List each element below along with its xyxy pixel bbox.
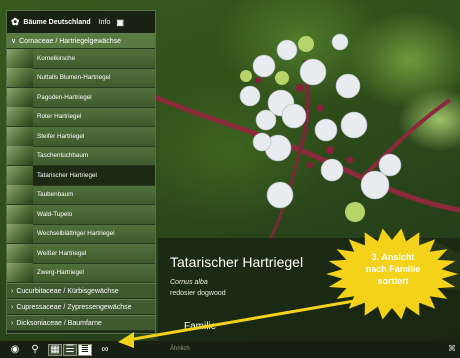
species-item-label: Taubenbaum [37, 191, 74, 199]
species-item[interactable]: Tatarischer Hartriegel [7, 165, 155, 186]
family-header[interactable]: › Cupressaceae / Zypressengewächse [7, 299, 155, 315]
species-item[interactable]: Kornelkirsche [7, 48, 155, 69]
callout-line-1: 3. Ansicht [371, 252, 415, 262]
app-title: Bäume Deutschland [23, 18, 91, 26]
family-list: › Cucurbitaceae / Kürbisgewächse › Cupressa… [7, 283, 155, 331]
chevron-down-icon: ∨ [11, 38, 17, 45]
app-window: ✿ Bäume Deutschland Info ▣ ∨ Cornaceae /… [0, 0, 460, 358]
family-label: Cornaceae / Hartriegelgewächse [19, 37, 122, 45]
species-thumbnail [7, 165, 33, 185]
species-title: Tatarischer Hartriegel [170, 254, 304, 270]
species-item-label: Wechselblättriger Hartriegel [37, 230, 115, 238]
species-thumbnail [7, 87, 33, 107]
binoculars-icon[interactable]: ∞ [98, 344, 112, 356]
species-item[interactable]: Roter Hartriegel [7, 107, 155, 127]
species-item-label: Roter Hartriegel [37, 113, 82, 121]
species-thumbnail [7, 224, 33, 244]
list-view-icon[interactable]: ☰ [63, 343, 77, 356]
species-item[interactable]: Weißer Hartriegel [7, 243, 155, 264]
search-icon[interactable]: ⚲ [28, 344, 42, 356]
view-switcher: ▦ ☰ ≣ [48, 343, 92, 356]
sidebar-header: ✿ Bäume Deutschland Info ▣ [7, 11, 155, 33]
species-list: Kornelkirsche Nuttalls Blumen-Hartriegel P… [7, 48, 155, 283]
family-view-icon[interactable]: ≣ [78, 343, 92, 356]
species-thumbnail [7, 263, 33, 283]
species-thumbnail [7, 146, 33, 166]
species-item[interactable]: Wald-Tupelo [7, 204, 155, 225]
chevron-right-icon: › [11, 303, 14, 311]
bottom-toolbar: ◉ ⚲ ▦ ☰ ≣ ∞ [0, 341, 460, 358]
species-item-label: Steifer Hartriegel [37, 132, 85, 140]
family-label: Dicksoniaceae / Baumfarne [16, 319, 102, 327]
species-item[interactable]: Pagoden-Hartriegel [7, 87, 155, 108]
species-item-label: Zwerg-Hartriegel [37, 269, 84, 277]
family-label: Cupressaceae / Zypressengewächse [16, 303, 132, 311]
gear-icon[interactable]: ✿ [11, 17, 19, 28]
species-thumbnail [7, 243, 33, 263]
callout-text: 3. Ansicht nach Familie sortiert [352, 251, 434, 287]
species-item[interactable]: Steifer Hartriegel [7, 126, 155, 147]
callout-line-3: sortiert [377, 276, 409, 286]
species-item-label: Pagoden-Hartriegel [37, 93, 92, 101]
callout-line-2: nach Familie [365, 264, 421, 274]
latin-name: Cornus alba [170, 279, 208, 286]
species-thumbnail [7, 68, 33, 88]
similar-tab[interactable]: Ähnlich [170, 346, 190, 352]
species-item[interactable]: Taubenbaum [7, 185, 155, 205]
family-label: Cucurbitaceae / Kürbisgewächse [16, 287, 119, 295]
species-thumbnail [7, 107, 33, 127]
species-item-label: Weißer Hartriegel [37, 249, 87, 257]
species-thumbnail [7, 185, 33, 205]
species-thumbnail [7, 126, 33, 146]
grid-view-icon[interactable]: ▦ [48, 343, 62, 356]
species-thumbnail [7, 204, 33, 224]
section-family-tab[interactable]: Familie [184, 321, 216, 332]
chevron-right-icon: › [11, 287, 14, 295]
family-header[interactable]: › Dicksoniaceae / Baumfarne [7, 315, 155, 331]
species-item-label: Nuttalls Blumen-Hartriegel [37, 74, 111, 82]
family-header[interactable]: › Cucurbitaceae / Kürbisgewächse [7, 283, 155, 299]
common-name: redosier dogwood [170, 290, 226, 297]
species-item-label: Tatarischer Hartriegel [37, 171, 97, 179]
info-link[interactable]: Info [99, 19, 111, 26]
species-item-label: Kornelkirsche [37, 54, 76, 62]
family-header-cornaceae[interactable]: ∨ Cornaceae / Hartriegelgewächse [7, 33, 155, 49]
eye-icon[interactable]: ◉ [8, 344, 22, 356]
share-icon[interactable]: ▣ [116, 18, 124, 27]
chevron-right-icon: › [11, 319, 14, 327]
species-thumbnail [7, 48, 33, 68]
species-item[interactable]: Taschentuchbaum [7, 146, 155, 166]
species-sidebar: ✿ Bäume Deutschland Info ▣ ∨ Cornaceae /… [6, 10, 156, 334]
link-icon[interactable]: ⌘ [448, 344, 456, 353]
species-item-label: Taschentuchbaum [37, 152, 89, 160]
species-item[interactable]: Nuttalls Blumen-Hartriegel [7, 68, 155, 88]
species-item[interactable]: Zwerg-Hartriegel [7, 263, 155, 283]
species-item-label: Wald-Tupelo [37, 210, 73, 218]
species-item[interactable]: Wechselblättriger Hartriegel [7, 224, 155, 244]
